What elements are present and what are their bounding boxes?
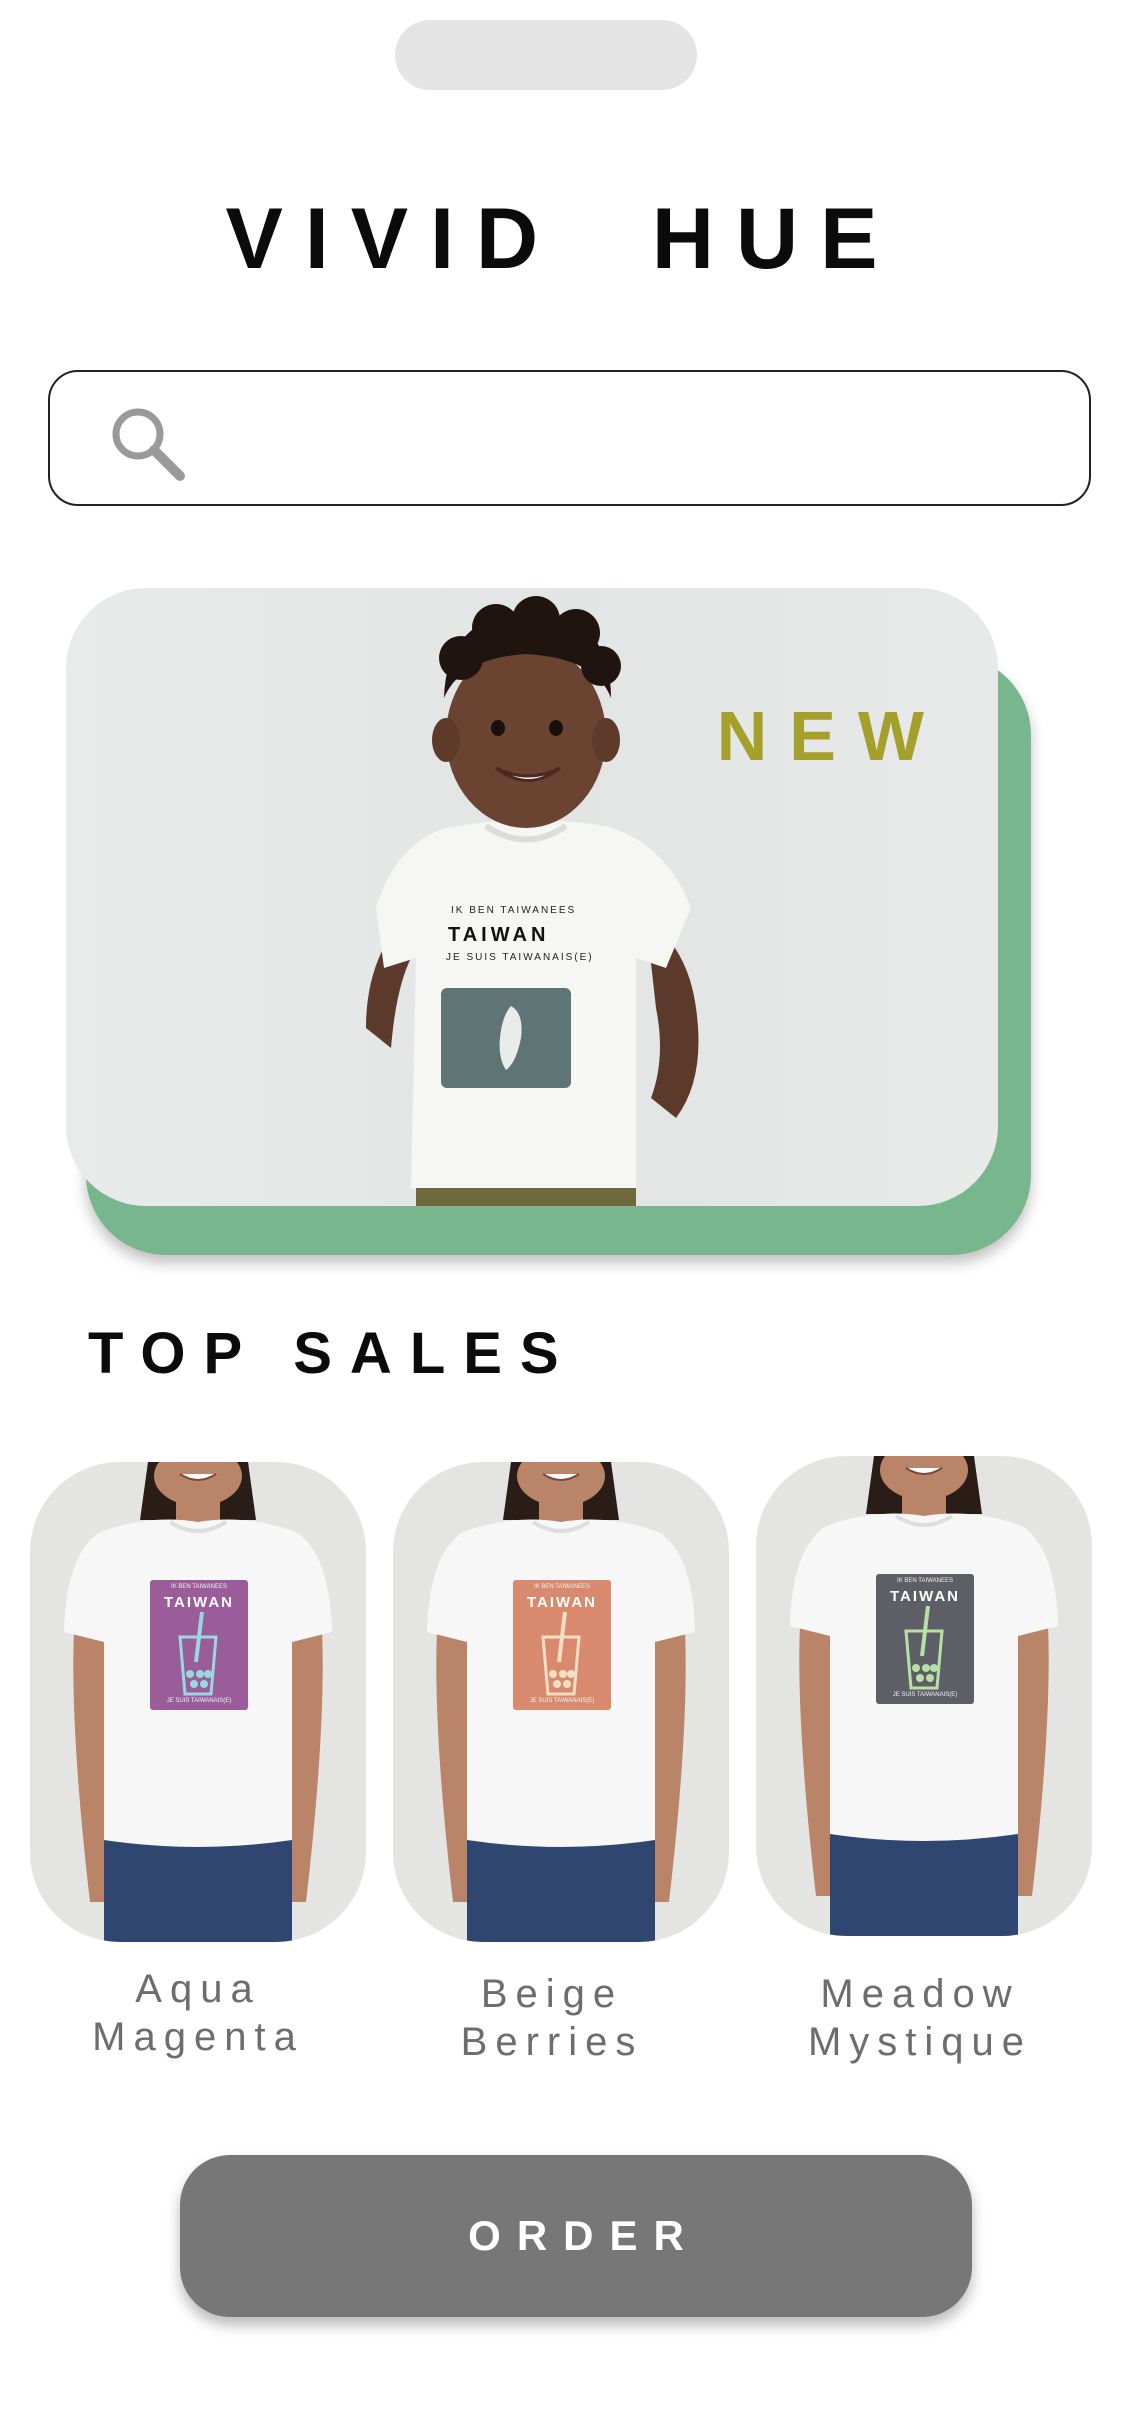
product-name-line2: Magenta — [92, 2015, 304, 2059]
product-print-title: TAIWAN — [526, 1594, 598, 1611]
order-button[interactable]: ORDER — [180, 2155, 972, 2317]
product-name[interactable]: Meadow Mystique — [740, 1970, 1100, 2066]
product-name[interactable]: Aqua Magenta — [18, 1965, 378, 2061]
hero-banner[interactable]: IK BEN TAIWANEES TAIWAN JE SUIS TAIWANAI… — [66, 588, 998, 1206]
product-print-top: IK BEN TAIWANEES — [171, 1584, 227, 1590]
product-print-bottom: JE SUIS TAIWANAIS(E) — [892, 1692, 958, 1698]
product-name-line2: Mystique — [807, 2020, 1033, 2064]
hero-shirt-text-top: IK BEN TAIWANEES — [451, 905, 577, 916]
search-bar[interactable] — [48, 370, 1091, 506]
new-badge: NEW — [716, 697, 946, 775]
hero-shirt-text-title: TAIWAN — [448, 924, 550, 946]
product-card[interactable]: IK BEN TAIWANEES TAIWAN JE SUIS TAIWANAIS(… — [30, 1462, 366, 1942]
product-name-line2: Berries — [460, 2020, 644, 2064]
product-print-bottom: JE SUIS TAIWANAIS(E) — [166, 1698, 232, 1704]
product-card[interactable]: IK BEN TAIWANEES TAIWAN JE SUIS TAIWANAIS(… — [756, 1456, 1092, 1936]
hero-model-image — [366, 596, 699, 1206]
search-icon — [112, 408, 185, 481]
search-input[interactable] — [200, 392, 1064, 488]
product-name[interactable]: Beige Berries — [372, 1970, 732, 2066]
product-print-bottom: JE SUIS TAIWANAIS(E) — [529, 1698, 595, 1704]
product-print-title: TAIWAN — [163, 1594, 235, 1611]
top-sales-heading: TOP SALES — [88, 1321, 577, 1386]
product-card[interactable]: IK BEN TAIWANEES TAIWAN JE SUIS TAIWANAIS(… — [393, 1462, 729, 1942]
product-name-line1: Meadow — [820, 1972, 1020, 2016]
product-print-top: IK BEN TAIWANEES — [897, 1578, 953, 1584]
brand-title: VIVID HUE — [225, 191, 900, 287]
product-name-line1: Beige — [480, 1972, 624, 2016]
product-name-line1: Aqua — [135, 1967, 261, 2011]
product-print-top: IK BEN TAIWANEES — [534, 1584, 590, 1590]
product-print-title: TAIWAN — [889, 1588, 961, 1605]
dynamic-island — [395, 20, 697, 90]
hero-shirt-text-bottom: JE SUIS TAIWANAIS(E) — [446, 952, 594, 963]
